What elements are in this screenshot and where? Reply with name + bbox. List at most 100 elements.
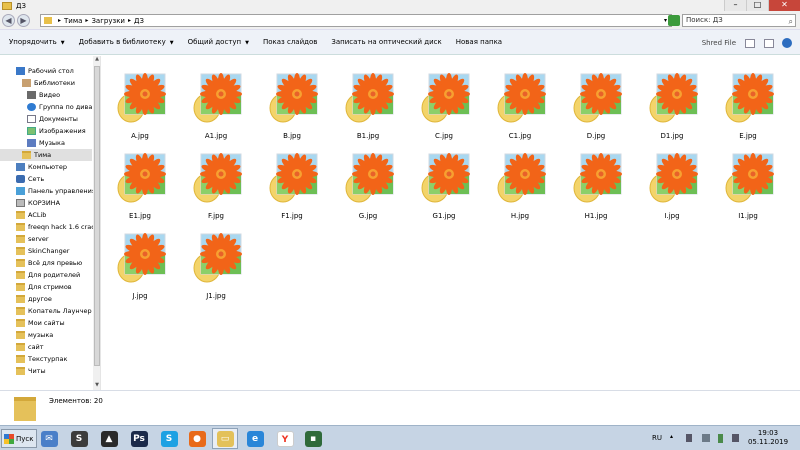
file-item[interactable]: C1.jpg <box>484 65 556 143</box>
window-controls: – □ ✕ <box>724 0 800 11</box>
sidebar-item[interactable]: Видео <box>0 89 92 101</box>
file-name: E.jpg <box>739 132 757 140</box>
sidebar-item[interactable]: ACLib <box>0 209 92 221</box>
file-item[interactable]: I1.jpg <box>712 145 784 223</box>
language-indicator[interactable]: RU <box>652 434 662 442</box>
sidebar-item[interactable]: Читы <box>0 365 92 377</box>
add-to-library-button[interactable]: Добавить в библиотеку ▼ <box>79 38 174 46</box>
chevron-right-icon[interactable]: ▸ <box>128 17 131 24</box>
sidebar-item[interactable]: Документы <box>0 113 92 125</box>
view-options-icon[interactable] <box>745 38 755 48</box>
file-name: J1.jpg <box>206 292 226 300</box>
sidebar-item-label: Сеть <box>28 175 45 183</box>
file-item[interactable]: B.jpg <box>256 65 328 143</box>
help-icon[interactable] <box>782 38 792 48</box>
breadcrumb-item[interactable]: ДЗ <box>134 17 144 25</box>
scroll-down-icon[interactable]: ▼ <box>93 382 100 390</box>
sidebar-item[interactable]: Для стримов <box>0 281 92 293</box>
image-icon <box>27 127 36 135</box>
breadcrumb-item[interactable]: Загрузки <box>91 17 125 25</box>
sidebar-item[interactable]: Панель управления <box>0 185 96 197</box>
file-item[interactable]: H1.jpg <box>560 145 632 223</box>
sidebar-item[interactable]: Всё для превью <box>0 257 92 269</box>
sidebar-item[interactable]: Группа по дива <box>0 101 92 113</box>
file-item[interactable]: G1.jpg <box>408 145 480 223</box>
file-item[interactable]: E1.jpg <box>104 145 176 223</box>
file-item[interactable]: B1.jpg <box>332 65 404 143</box>
search-input[interactable]: Поиск: ДЗ ⌕ <box>682 14 796 27</box>
sidebar-item[interactable]: КОРЗИНА <box>0 197 92 209</box>
file-item[interactable]: A.jpg <box>104 65 176 143</box>
slideshow-button[interactable]: Показ слайдов <box>263 38 317 46</box>
sidebar-item[interactable]: Рабочий стол <box>0 65 92 77</box>
sidebar-item[interactable]: Тима <box>0 149 92 161</box>
chevron-right-icon[interactable]: ▸ <box>85 17 88 24</box>
scroll-up-icon[interactable]: ▲ <box>93 56 100 64</box>
sidebar-item[interactable]: сайт <box>0 341 92 353</box>
file-item[interactable]: F1.jpg <box>256 145 328 223</box>
network-icon <box>16 175 25 183</box>
file-item[interactable]: I.jpg <box>636 145 708 223</box>
file-item[interactable]: F.jpg <box>180 145 252 223</box>
volume-tray-icon[interactable] <box>732 434 739 442</box>
sidebar-item[interactable]: Музыка <box>0 137 92 149</box>
sidebar-item[interactable]: Мои сайты <box>0 317 92 329</box>
file-item[interactable]: C.jpg <box>408 65 480 143</box>
network-tray-icon[interactable] <box>702 434 710 442</box>
title-bar: ДЗ – □ ✕ <box>0 0 800 12</box>
folder-icon <box>16 331 25 339</box>
group-icon <box>27 103 36 111</box>
breadcrumb-item[interactable]: Тима <box>64 17 82 25</box>
search-icon: ⌕ <box>788 17 793 26</box>
sidebar-item[interactable]: SkinChanger <box>0 245 92 257</box>
image-thumbnail-icon <box>117 228 167 284</box>
sidebar-item-label: Группа по дива <box>39 103 93 111</box>
minimize-button[interactable]: – <box>724 0 746 11</box>
scroll-thumb[interactable] <box>94 66 100 366</box>
maximize-button[interactable]: □ <box>746 0 768 11</box>
sidebar-item[interactable]: Изображения <box>0 125 92 137</box>
image-thumbnail-icon <box>497 148 547 204</box>
forward-button[interactable]: ▶ <box>17 14 30 27</box>
tray-flag-icon[interactable] <box>686 434 692 442</box>
sidebar-item[interactable]: другое <box>0 293 92 305</box>
image-thumbnail-icon <box>117 148 167 204</box>
battery-tray-icon[interactable] <box>718 434 723 443</box>
chevron-down-icon[interactable]: ▾ <box>664 17 667 24</box>
clock[interactable]: 19:03 05.11.2019 <box>740 429 796 447</box>
sidebar-item-label: server <box>28 235 49 243</box>
file-item[interactable]: J.jpg <box>104 225 176 303</box>
sidebar-item[interactable]: Для родителей <box>0 269 92 281</box>
sidebar-item[interactable]: Текстурпак <box>0 353 92 365</box>
file-item[interactable]: H.jpg <box>484 145 556 223</box>
sidebar-item[interactable]: Библиотеки <box>0 77 92 89</box>
file-item[interactable]: D.jpg <box>560 65 632 143</box>
sidebar-item[interactable]: freeqn hack 1.6 crac <box>0 221 95 233</box>
shred-file-button[interactable]: Shred File <box>702 39 736 47</box>
sidebar-item[interactable]: Копатель Лаунчер <box>0 305 92 317</box>
refresh-button[interactable] <box>668 15 680 26</box>
file-item[interactable]: G.jpg <box>332 145 404 223</box>
sidebar-item[interactable]: Компьютер <box>0 161 92 173</box>
preview-pane-icon[interactable] <box>764 38 774 48</box>
file-item[interactable]: A1.jpg <box>180 65 252 143</box>
sidebar-scrollbar[interactable]: ▲ ▼ <box>93 56 100 390</box>
close-button[interactable]: ✕ <box>768 0 800 11</box>
new-folder-button[interactable]: Новая папка <box>456 38 502 46</box>
file-item[interactable]: E.jpg <box>712 65 784 143</box>
sidebar-item[interactable]: Сеть <box>0 173 92 185</box>
breadcrumb[interactable]: ▸ Тима ▸ Загрузки ▸ ДЗ ▾ <box>40 14 672 27</box>
file-item[interactable]: D1.jpg <box>636 65 708 143</box>
share-button[interactable]: Общий доступ ▼ <box>188 38 249 46</box>
tray-arrow-icon[interactable]: ▴ <box>670 433 673 440</box>
chevron-right-icon[interactable]: ▸ <box>58 17 61 24</box>
burn-disc-button[interactable]: Записать на оптический диск <box>331 38 441 46</box>
navigation-pane: Рабочий стол Библиотеки Видео Группа по див… <box>0 56 101 390</box>
file-item[interactable]: J1.jpg <box>180 225 252 303</box>
sidebar-item[interactable]: музыка <box>0 329 92 341</box>
back-button[interactable]: ◀ <box>2 14 15 27</box>
organize-button[interactable]: Упорядочить ▼ <box>9 38 65 46</box>
sidebar-item[interactable]: server <box>0 233 92 245</box>
file-name: J.jpg <box>132 292 148 300</box>
music-icon <box>27 139 36 147</box>
